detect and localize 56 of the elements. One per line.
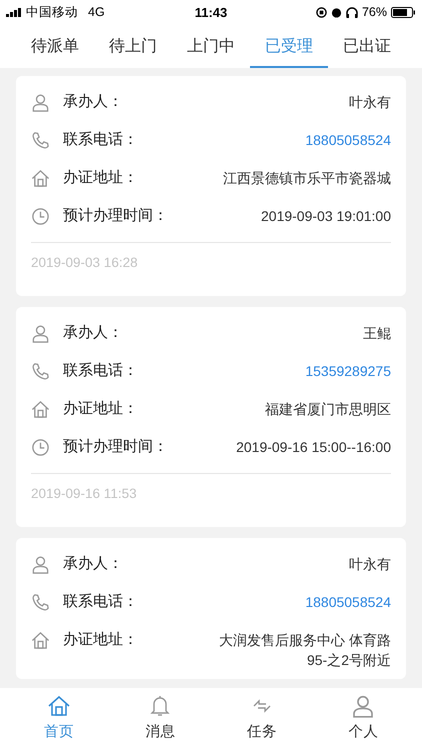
person-icon [31, 93, 50, 112]
battery-icon [391, 6, 416, 18]
tab[interactable]: 已出证 [328, 24, 406, 68]
alarm-icon [330, 6, 342, 18]
order-card[interactable]: 承办人： 叶永有 联系电话： 18805058524 办证地址： 大润发售后服务中心 体育路95-之2号附近 [16, 538, 406, 679]
field-label: 联系电话： [63, 592, 138, 612]
house-icon [31, 169, 50, 188]
signal-icon [6, 8, 22, 16]
field-value: 2019-09-03 19:01:00 [261, 207, 391, 226]
field-value: 大润发售后服务中心 体育路95-之2号附近 [218, 631, 391, 670]
rotation-lock-icon [316, 6, 327, 18]
network-type: 4G [88, 5, 105, 19]
battery-percent: 76% [362, 5, 388, 19]
phone-icon [31, 593, 50, 612]
field-label: 承办人： [63, 92, 123, 112]
nav-item[interactable]: 个人 [323, 688, 404, 750]
field-label: 承办人： [63, 554, 123, 574]
tab[interactable]: 待派单 [16, 24, 94, 68]
phone-link[interactable]: 18805058524 [305, 592, 391, 612]
house-icon [31, 400, 50, 419]
phone-link[interactable]: 15359289275 [305, 361, 391, 381]
house-icon [31, 631, 50, 650]
created-time: 2019-09-03 16:28 [31, 254, 139, 272]
field-label: 承办人： [63, 323, 123, 343]
field-value: 叶永有 [349, 93, 391, 112]
phone-icon [31, 131, 50, 150]
field-value: 叶永有 [349, 555, 391, 574]
order-card[interactable]: 承办人： 叶永有 联系电话： 18805058524 办证地址： 江西景德镇市乐平市瓷器城 预计办理时间： 2019-09-03 19:01:00 2019-09-03 16:28 [16, 76, 406, 296]
tab[interactable]: 待上门 [94, 24, 172, 68]
field-label: 预计办理时间： [63, 206, 168, 226]
field-value: 江西景德镇市乐平市瓷器城 [223, 169, 391, 188]
field-label: 联系电话： [63, 130, 138, 150]
field-label: 联系电话： [63, 361, 138, 381]
person-icon [31, 555, 50, 574]
nav-item[interactable]: 任务 [222, 688, 302, 750]
field-value: 王鲲 [363, 324, 391, 343]
person-icon [31, 324, 50, 343]
clock-icon [31, 207, 50, 226]
home-icon [46, 694, 71, 718]
headphones-icon [346, 6, 358, 18]
nav-item[interactable]: 消息 [120, 688, 200, 750]
phone-link[interactable]: 18805058524 [305, 130, 391, 150]
field-label: 办证地址： [63, 630, 138, 650]
clock-icon [31, 438, 50, 457]
order-card[interactable]: 承办人： 王鲲 联系电话： 15359289275 办证地址： 福建省厦门市思明区 预计办理时间： 2019-09-16 15:00--16:00 2019-09-16 11:53 [16, 307, 406, 527]
phone-icon [31, 362, 50, 381]
carrier-name: 中国移动 [26, 4, 78, 20]
person-icon [351, 694, 376, 718]
field-label: 预计办理时间： [63, 437, 168, 457]
clock-time: 11:43 [194, 4, 228, 20]
field-value: 福建省厦门市思明区 [265, 400, 391, 419]
field-value: 2019-09-16 15:00--16:00 [236, 438, 391, 457]
field-label: 办证地址： [63, 399, 138, 419]
tab[interactable]: 上门中 [172, 24, 250, 68]
created-time: 2019-09-16 11:53 [31, 485, 138, 503]
field-label: 办证地址： [63, 168, 138, 188]
